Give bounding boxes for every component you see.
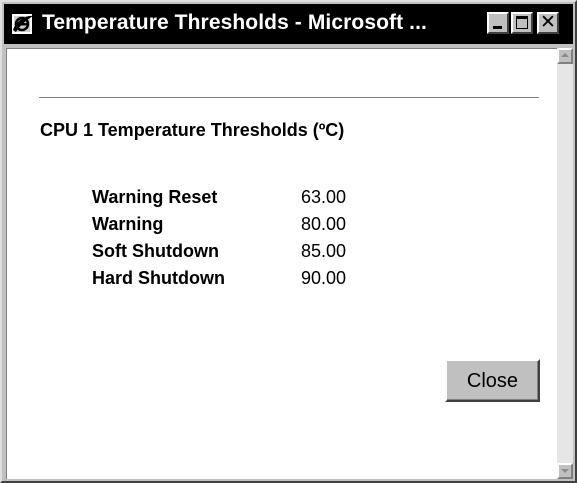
threshold-label: Warning [92, 214, 164, 234]
scroll-down-arrow-icon[interactable] [557, 463, 573, 479]
minimize-icon[interactable] [487, 12, 509, 34]
thresholds-table: Warning Reset 63.00 Warning 80.00 Soft S… [92, 184, 346, 292]
internet-explorer-icon[interactable] [10, 11, 36, 37]
threshold-value: 63.00 [301, 187, 347, 207]
table-row: Warning 80.00 [92, 211, 346, 238]
threshold-value: 85.00 [301, 241, 347, 261]
close-window-button[interactable]: ✕ [537, 11, 559, 34]
table-row: Hard Shutdown 90.00 [92, 265, 346, 292]
vertical-scrollbar[interactable] [557, 48, 573, 479]
browser-popup-window: Temperature Thresholds - Microsoft ... ✕… [0, 0, 577, 483]
close-button[interactable]: Close [445, 359, 540, 402]
threshold-label: Soft Shutdown [92, 241, 219, 261]
close-icon: ✕ [540, 11, 556, 33]
maximize-icon[interactable] [511, 12, 533, 34]
window-title: Temperature Thresholds - Microsoft ... [42, 11, 427, 34]
title-bar[interactable]: Temperature Thresholds - Microsoft ... ✕ [4, 4, 573, 44]
horizontal-rule [39, 97, 539, 99]
threshold-value: 80.00 [301, 214, 347, 234]
scroll-up-arrow-icon[interactable] [557, 48, 573, 64]
page-heading: CPU 1 Temperature Thresholds (ºC) [40, 120, 345, 140]
threshold-label: Hard Shutdown [92, 268, 225, 288]
table-row: Soft Shutdown 85.00 [92, 238, 346, 265]
threshold-label: Warning Reset [92, 187, 218, 207]
threshold-value: 90.00 [301, 268, 347, 288]
table-row: Warning Reset 63.00 [92, 184, 346, 211]
